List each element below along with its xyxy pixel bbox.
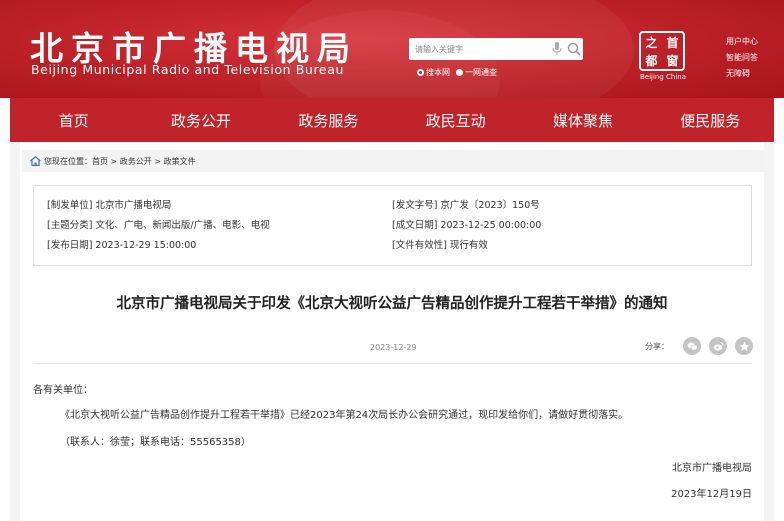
body-paragraph: 《北京大视听公益广告精品创作提升工程若干举措》已经2023年第24次局长办公会研… [60, 410, 629, 421]
meta-published-date: [发布日期] 2023-12-29 15:00:00 [47, 240, 197, 251]
wechat-icon [687, 342, 698, 350]
microphone-icon[interactable] [552, 42, 562, 56]
home-icon[interactable] [30, 156, 41, 166]
share-wechat-button[interactable] [683, 337, 701, 355]
seal-caption: Beijing China [639, 73, 687, 81]
seal-char: 窗 [666, 53, 679, 68]
seal-char: 首 [666, 35, 679, 50]
nav-item-interaction[interactable]: 政民互动 [392, 98, 519, 142]
document-date: 2023-12-29 [370, 343, 417, 352]
meta-issuer: [制发单位] 北京市广播电视局 [47, 200, 172, 211]
star-icon [739, 341, 749, 351]
breadcrumb-text[interactable]: 您现在位置：首页 > 政务公开 > 政策文件 [44, 156, 196, 167]
document-title: 北京市广播电视局关于印发《北京大视听公益广告精品创作提升工程若干举措》的通知 [116, 296, 668, 312]
radio-label: 搜本网 [426, 68, 450, 77]
link-user-center[interactable]: 用户中心 [726, 34, 758, 50]
link-accessibility[interactable]: 无障碍 [726, 66, 758, 82]
nav-item-media[interactable]: 媒体聚焦 [519, 98, 646, 142]
site-header: 北京市广播电视局 Beijing Municipal Radio and Tel… [0, 0, 784, 98]
radio-option-all[interactable]: 一网通查 [456, 67, 497, 78]
search-scope: 搜本网 一网通查 [417, 67, 503, 78]
document-metadata: [制发单位] 北京市广播电视局 [发文字号] 京广发〔2023〕150号 [主题… [33, 185, 752, 266]
link-smart-qa[interactable]: 智能问答 [726, 50, 758, 66]
sign-date: 2023年12月19日 [671, 489, 752, 500]
radio-icon [456, 69, 463, 76]
nav-item-gov-affairs[interactable]: 政务公开 [137, 98, 264, 142]
meta-doc-number: [发文字号] 京广发〔2023〕150号 [392, 200, 540, 211]
meta-created-date: [成文日期] 2023-12-25 00:00:00 [392, 220, 542, 231]
signer: 北京市广播电视局 [672, 463, 752, 474]
panel-margin-right [764, 142, 774, 521]
meta-validity: [文件有效性] 现行有效 [392, 240, 488, 251]
site-title-en: Beijing Municipal Radio and Television B… [31, 62, 344, 77]
nav-item-home[interactable]: 首页 [10, 98, 137, 142]
seal-char: 之 [645, 35, 658, 50]
nav-item-gov-services[interactable]: 政务服务 [265, 98, 392, 142]
search-input[interactable] [409, 38, 549, 60]
seal-char: 都 [645, 53, 658, 68]
weibo-icon [713, 341, 723, 350]
main-nav: 首页 政务公开 政务服务 政民互动 媒体聚焦 便民服务 [10, 98, 774, 142]
salutation: 各有关单位： [33, 385, 93, 396]
divider [33, 363, 752, 364]
share-weibo-button[interactable] [709, 337, 727, 355]
contact-info: （联系人：徐莹；联系电话：55565358） [60, 437, 251, 448]
meta-topic: [主题分类] 文化、广电、新闻出版/广播、电影、电视 [47, 220, 270, 231]
top-links: 用户中心 智能问答 无障碍 [726, 34, 758, 82]
panel-margin-left [10, 142, 20, 521]
search-icon[interactable] [567, 42, 581, 56]
radio-label: 一网通查 [465, 68, 497, 77]
breadcrumb: 您现在位置：首页 > 政务公开 > 政策文件 [22, 150, 764, 172]
share-label: 分享： [645, 342, 669, 351]
nav-item-public-services[interactable]: 便民服务 [647, 98, 774, 142]
radio-option-site[interactable]: 搜本网 [417, 67, 450, 78]
search-box [409, 38, 583, 60]
radio-icon [417, 69, 424, 76]
share-favorite-button[interactable] [735, 337, 753, 355]
capital-window-seal[interactable]: 之 首 都 窗 [639, 31, 685, 71]
